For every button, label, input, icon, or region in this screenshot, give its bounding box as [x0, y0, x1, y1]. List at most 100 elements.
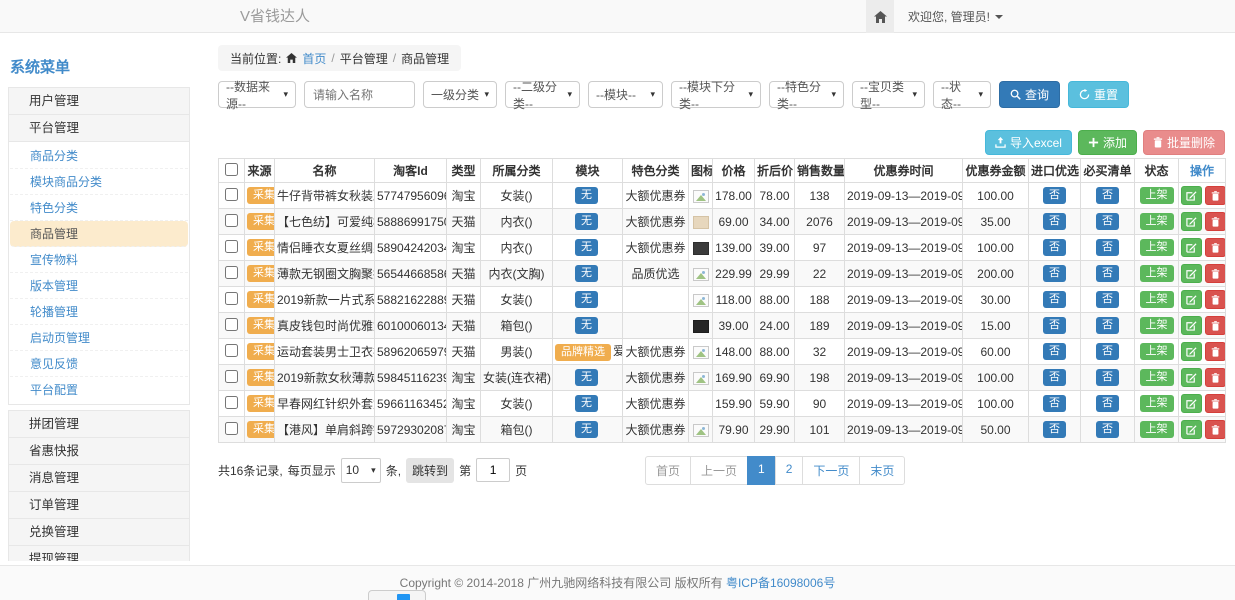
imported-toggle[interactable]: 否 [1043, 395, 1066, 411]
edit-button[interactable] [1181, 290, 1202, 309]
delete-button[interactable] [1205, 394, 1226, 413]
delete-button[interactable] [1205, 212, 1226, 231]
imported-toggle[interactable]: 否 [1043, 291, 1066, 307]
status-toggle[interactable]: 上架 [1140, 291, 1174, 307]
sidebar-item-goods-category[interactable]: 商品分类 [10, 143, 188, 169]
status-toggle[interactable]: 上架 [1140, 317, 1174, 333]
mustbuy-toggle[interactable]: 否 [1096, 317, 1119, 333]
imported-toggle[interactable]: 否 [1043, 213, 1066, 229]
sidebar-item-platform-config[interactable]: 平台配置 [10, 377, 188, 403]
user-menu[interactable]: 欢迎您, 管理员! [908, 0, 1003, 33]
filter-select-category2[interactable]: --二级分类--▾ [505, 81, 580, 108]
imported-toggle[interactable]: 否 [1043, 265, 1066, 281]
row-checkbox[interactable] [225, 214, 238, 227]
delete-button[interactable] [1205, 316, 1226, 335]
query-button[interactable]: 查询 [999, 81, 1060, 108]
sidebar-item-feature-category[interactable]: 特色分类 [10, 195, 188, 221]
filter-select-feature[interactable]: --特色分类--▾ [769, 81, 844, 108]
row-checkbox[interactable] [225, 344, 238, 357]
filter-select-module[interactable]: --模块--▾ [588, 81, 663, 108]
mustbuy-toggle[interactable]: 否 [1096, 395, 1119, 411]
row-checkbox[interactable] [225, 318, 238, 331]
row-checkbox[interactable] [225, 422, 238, 435]
status-toggle[interactable]: 上架 [1140, 369, 1174, 385]
delete-button[interactable] [1205, 264, 1226, 283]
home-button[interactable] [866, 0, 894, 33]
filter-select-status[interactable]: --状态--▾ [933, 81, 991, 108]
mustbuy-toggle[interactable]: 否 [1096, 369, 1119, 385]
mustbuy-toggle[interactable]: 否 [1096, 291, 1119, 307]
name-search-input[interactable] [304, 81, 415, 108]
delete-button[interactable] [1205, 238, 1226, 257]
filter-select-category1[interactable]: 一级分类▾ [423, 81, 497, 108]
sidebar-section-partial[interactable]: 提现管理 [8, 545, 190, 561]
sidebar-item-module-goods-category[interactable]: 模块商品分类 [10, 169, 188, 195]
pager-last[interactable]: 末页 [859, 456, 905, 485]
edit-button[interactable] [1181, 368, 1202, 387]
status-toggle[interactable]: 上架 [1140, 213, 1174, 229]
row-checkbox[interactable] [225, 292, 238, 305]
sidebar-section-orders[interactable]: 订单管理 [8, 491, 190, 519]
row-checkbox[interactable] [225, 188, 238, 201]
mustbuy-toggle[interactable]: 否 [1096, 343, 1119, 359]
delete-button[interactable] [1205, 368, 1226, 387]
floating-widget[interactable] [368, 590, 426, 600]
mustbuy-toggle[interactable]: 否 [1096, 239, 1119, 255]
imported-toggle[interactable]: 否 [1043, 317, 1066, 333]
mustbuy-toggle[interactable]: 否 [1096, 187, 1119, 203]
sidebar-section-groupbuy[interactable]: 拼团管理 [8, 410, 190, 438]
status-toggle[interactable]: 上架 [1140, 265, 1174, 281]
page-number-input[interactable] [476, 458, 510, 482]
pager-prev[interactable]: 上一页 [690, 456, 748, 485]
delete-button[interactable] [1205, 186, 1226, 205]
row-checkbox[interactable] [225, 240, 238, 253]
pager-page-2[interactable]: 2 [775, 456, 804, 485]
row-checkbox[interactable] [225, 396, 238, 409]
edit-button[interactable] [1181, 186, 1202, 205]
imported-toggle[interactable]: 否 [1043, 343, 1066, 359]
pager-first[interactable]: 首页 [645, 456, 691, 485]
sidebar-section-exchange[interactable]: 兑换管理 [8, 518, 190, 546]
import-excel-button[interactable]: 导入excel [985, 130, 1072, 155]
pager-page-1[interactable]: 1 [747, 456, 776, 485]
filter-select-item-type[interactable]: --宝贝类型--▾ [852, 81, 925, 108]
pager-next[interactable]: 下一页 [802, 456, 860, 485]
batch-delete-button[interactable]: 批量删除 [1143, 130, 1225, 155]
reset-button[interactable]: 重置 [1068, 81, 1129, 108]
filter-select-module-sub[interactable]: --模块下分类--▾ [671, 81, 761, 108]
filter-select-datasource[interactable]: --数据来源--▾ [218, 81, 296, 108]
sidebar-item-carousel-management[interactable]: 轮播管理 [10, 299, 188, 325]
delete-button[interactable] [1205, 290, 1226, 309]
sidebar-item-feedback[interactable]: 意见反馈 [10, 351, 188, 377]
mustbuy-toggle[interactable]: 否 [1096, 265, 1119, 281]
imported-toggle[interactable]: 否 [1043, 187, 1066, 203]
edit-button[interactable] [1181, 264, 1202, 283]
edit-button[interactable] [1181, 238, 1202, 257]
edit-button[interactable] [1181, 394, 1202, 413]
mustbuy-toggle[interactable]: 否 [1096, 421, 1119, 437]
icp-link[interactable]: 粤ICP备16098006号 [726, 576, 835, 590]
delete-button[interactable] [1205, 342, 1226, 361]
edit-button[interactable] [1181, 316, 1202, 335]
status-toggle[interactable]: 上架 [1140, 187, 1174, 203]
mustbuy-toggle[interactable]: 否 [1096, 213, 1119, 229]
delete-button[interactable] [1205, 420, 1226, 439]
imported-toggle[interactable]: 否 [1043, 239, 1066, 255]
sidebar-section-users[interactable]: 用户管理 [8, 87, 190, 115]
status-toggle[interactable]: 上架 [1140, 343, 1174, 359]
sidebar-section-express[interactable]: 省惠快报 [8, 437, 190, 465]
sidebar-item-goods-management[interactable]: 商品管理 [10, 221, 188, 247]
row-checkbox[interactable] [225, 266, 238, 279]
sidebar-section-messages[interactable]: 消息管理 [8, 464, 190, 492]
sidebar-item-splash-management[interactable]: 启动页管理 [10, 325, 188, 351]
edit-button[interactable] [1181, 212, 1202, 231]
status-toggle[interactable]: 上架 [1140, 421, 1174, 437]
edit-button[interactable] [1181, 420, 1202, 439]
sidebar-item-version-management[interactable]: 版本管理 [10, 273, 188, 299]
add-button[interactable]: 添加 [1078, 130, 1137, 155]
sidebar-section-platform[interactable]: 平台管理 [8, 114, 190, 142]
row-checkbox[interactable] [225, 370, 238, 383]
status-toggle[interactable]: 上架 [1140, 239, 1174, 255]
select-all-checkbox[interactable] [225, 163, 238, 176]
sidebar-item-promo-materials[interactable]: 宣传物料 [10, 247, 188, 273]
